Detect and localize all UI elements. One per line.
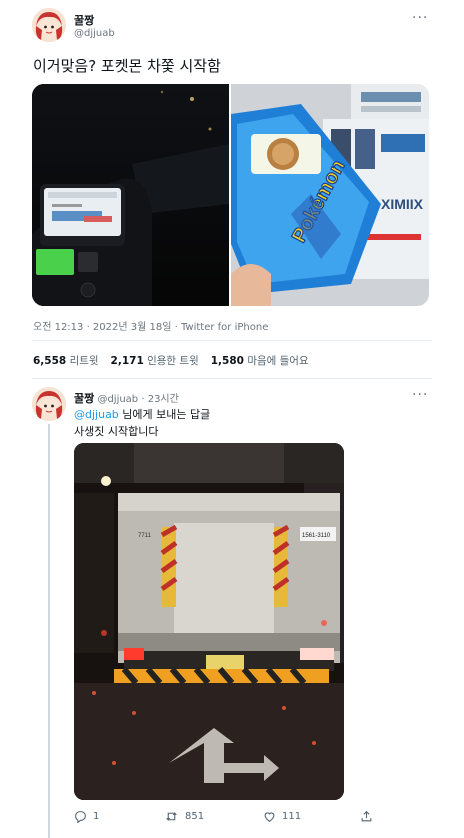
divider <box>32 340 432 341</box>
tweet-stats: 6,558 리트윗 2,171 인용한 트윗 1,580 마음에 들어요 <box>33 353 309 368</box>
reply-count: 1 <box>93 811 100 822</box>
replying-to-suffix: 님에게 보내는 답글 <box>122 408 211 421</box>
reply-header: 꿀짱 @djjuab · 23시간 <box>74 390 179 406</box>
author-handle[interactable]: @djjuab <box>74 28 115 39</box>
tweet-image-grid[interactable]: XIMIIX Pokémon <box>32 84 429 306</box>
reply-more-options-icon[interactable]: ··· <box>412 387 428 403</box>
like-action[interactable]: 111 <box>263 810 301 823</box>
like-count: 111 <box>282 811 302 822</box>
avatar[interactable] <box>32 8 66 42</box>
author-name[interactable]: 꿀짱 <box>74 12 94 28</box>
tweet-timestamp[interactable]: 오전 12:13 · 2022년 3월 18일 · Twitter for iP… <box>33 318 268 333</box>
thread-line <box>48 424 50 838</box>
reply-icon <box>75 811 86 823</box>
truck-rear-night-photo[interactable]: 7711 1561-3110 <box>74 443 344 800</box>
retweet-action[interactable]: 851 <box>164 810 204 823</box>
replying-to: @djjuab 님에게 보내는 답글 <box>74 406 210 422</box>
car-dashboard-night-photo[interactable] <box>32 84 229 306</box>
replying-to-handle[interactable]: @djjuab <box>74 408 119 421</box>
reply-time[interactable]: · 23시간 <box>141 394 178 405</box>
share-icon <box>361 810 372 822</box>
more-options-icon[interactable]: ··· <box>412 10 428 26</box>
reply-avatar[interactable] <box>32 387 66 421</box>
tweet-text: 이거맞음? 포켓몬 차쫓 시작함 <box>33 57 221 75</box>
retweet-stat[interactable]: 6,558 리트윗 <box>33 353 99 368</box>
reply-author-name[interactable]: 꿀짱 <box>74 392 94 405</box>
like-stat[interactable]: 1,580 마음에 들어요 <box>211 353 309 368</box>
divider <box>32 378 432 379</box>
quote-tweet-stat[interactable]: 2,171 인용한 트윗 <box>111 353 199 368</box>
svg-text:7711: 7711 <box>138 533 152 539</box>
reply-text: 사생짓 시작합니다 <box>74 425 159 438</box>
plate-text: 1561-3110 <box>302 533 331 539</box>
pokemon-bread-package-photo[interactable]: XIMIIX Pokémon <box>231 84 429 306</box>
heart-icon <box>264 812 275 823</box>
reply-action[interactable]: 1 <box>74 810 99 823</box>
retweet-icon <box>166 812 177 821</box>
retweet-count: 851 <box>185 811 205 822</box>
reply-author-handle[interactable]: @djjuab <box>97 394 138 405</box>
side-text: XIMIIX <box>381 196 424 212</box>
share-action[interactable] <box>360 810 373 823</box>
